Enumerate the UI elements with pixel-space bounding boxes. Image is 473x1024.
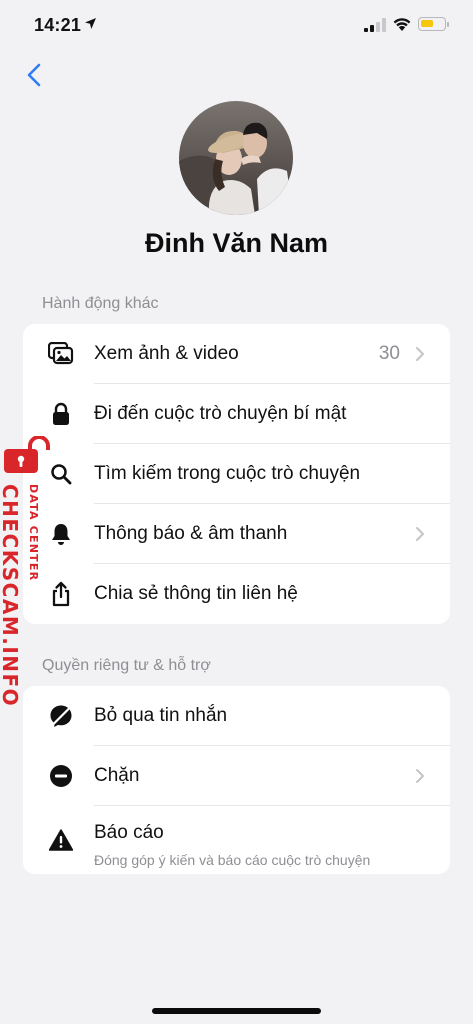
ignore-messages-label: Bỏ qua tin nhắn (94, 705, 228, 726)
block-label: Chặn (94, 765, 140, 786)
view-photos-videos-label: Xem ảnh & video (94, 343, 239, 364)
chevron-left-icon (27, 63, 41, 87)
chevron-right-icon (416, 347, 424, 361)
wifi-icon (393, 18, 411, 31)
status-bar: 14:21 (0, 0, 473, 50)
battery-icon (418, 17, 449, 31)
watermark: CHECKSCAM.INFO DATA CENTER (0, 436, 52, 707)
report-row[interactable]: Báo cáo Đóng góp ý kiến và báo cáo cuộc … (23, 806, 450, 874)
secret-conversation-row[interactable]: Đi đến cuộc trò chuyện bí mật (23, 384, 450, 444)
avatar[interactable] (179, 101, 293, 215)
watermark-subtext: DATA CENTER (27, 484, 40, 582)
photos-icon (48, 341, 74, 367)
ignore-icon (48, 703, 74, 729)
chevron-right-icon (416, 527, 424, 541)
report-subtitle: Đóng góp ý kiến và báo cáo cuộc trò chuy… (94, 852, 371, 868)
cellular-signal-icon (364, 18, 386, 32)
notifications-sounds-row[interactable]: Thông báo & âm thanh (23, 504, 450, 564)
watermark-lock-icon (4, 436, 50, 473)
privacy-support-card: Bỏ qua tin nhắn Chặn Báo cáo Đóng góp ý … (23, 686, 450, 874)
section-header-more-actions: Hành động khác (42, 295, 159, 312)
back-button[interactable] (20, 58, 52, 92)
search-conversation-row[interactable]: Tìm kiếm trong cuộc trò chuyện (23, 444, 450, 504)
block-row[interactable]: Chặn (23, 746, 450, 806)
lock-icon (48, 401, 74, 427)
warning-icon (48, 827, 74, 853)
ignore-messages-row[interactable]: Bỏ qua tin nhắn (23, 686, 450, 746)
report-label: Báo cáo (94, 822, 164, 843)
secret-conversation-label: Đi đến cuộc trò chuyện bí mật (94, 403, 347, 424)
view-photos-videos-row[interactable]: Xem ảnh & video 30 (23, 324, 450, 384)
photos-count: 30 (378, 343, 400, 364)
search-conversation-label: Tìm kiếm trong cuộc trò chuyện (94, 463, 361, 484)
section-header-privacy-support: Quyền riêng tư & hỗ trợ (42, 657, 211, 674)
notifications-sounds-label: Thông báo & âm thanh (94, 523, 288, 544)
watermark-text: CHECKSCAM.INFO (0, 484, 22, 708)
avatar-photo (179, 101, 293, 215)
status-time: 14:21 (34, 15, 82, 35)
share-contact-row[interactable]: Chia sẻ thông tin liên hệ (23, 564, 450, 624)
profile-name: Đinh Văn Nam (144, 228, 329, 258)
battery-level (421, 20, 433, 27)
home-indicator (152, 1008, 321, 1014)
chevron-right-icon (416, 769, 424, 783)
more-actions-card: Xem ảnh & video 30 Đi đến cuộc trò chuyệ… (23, 324, 450, 624)
block-icon (48, 763, 74, 789)
location-arrow-icon (85, 18, 96, 29)
share-contact-label: Chia sẻ thông tin liên hệ (94, 583, 298, 604)
